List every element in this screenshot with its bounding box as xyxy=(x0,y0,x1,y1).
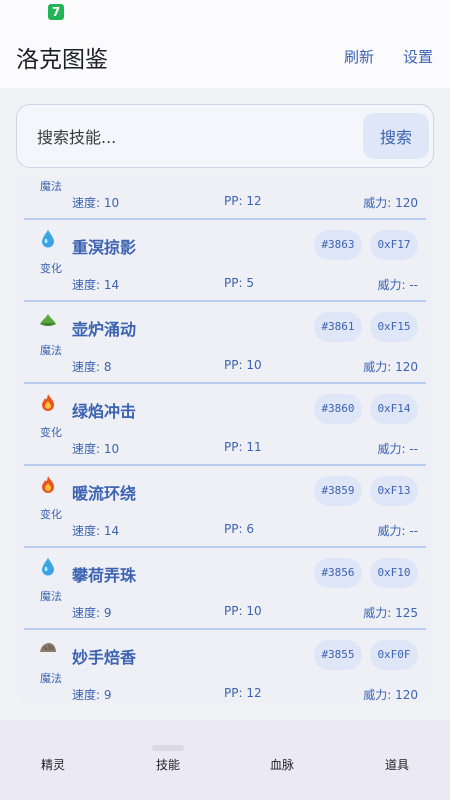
fire-icon xyxy=(42,476,54,493)
active-tab-indicator xyxy=(152,745,184,751)
power-stat: 威力: -- xyxy=(377,524,418,538)
nav-tab-bloodline[interactable]: 血脉 xyxy=(242,756,322,773)
skill-id-tag: #3856 xyxy=(314,558,362,588)
pp-stat: PP: 10 xyxy=(224,604,262,618)
category-label: 魔法 xyxy=(40,672,62,685)
category-label: 变化 xyxy=(40,426,62,439)
speed-stat: 速度: 10 xyxy=(72,196,120,210)
skill-name: 重溟掠影 xyxy=(72,238,137,257)
power-stat: 威力: 120 xyxy=(363,688,418,702)
nav-tab-items[interactable]: 道具 xyxy=(357,756,437,773)
page-title: 洛克图鉴 xyxy=(16,47,108,73)
water-drop-icon xyxy=(42,558,54,576)
speed-stat: 速度: 14 xyxy=(72,278,120,292)
speed-stat: 速度: 10 xyxy=(72,442,120,456)
status-bar: 7 xyxy=(0,0,450,26)
category-label: 魔法 xyxy=(40,344,62,357)
fire-icon xyxy=(42,394,54,411)
settings-button[interactable]: 设置 xyxy=(403,46,433,67)
pp-stat: PP: 5 xyxy=(224,276,254,290)
skill-row[interactable]: 变化 重溟掠影 #3863 0xF17 速度: 14 PP: 5 威力: -- xyxy=(24,220,426,302)
nav-tab-sprites[interactable]: 精灵 xyxy=(13,756,93,773)
category-label: 魔法 xyxy=(40,180,62,193)
power-stat: 威力: -- xyxy=(377,278,418,292)
nav-tab-skills[interactable]: 技能 xyxy=(128,756,208,773)
app-header: 洛克图鉴 刷新 设置 xyxy=(0,26,450,88)
rock-icon xyxy=(40,643,56,652)
category-label: 魔法 xyxy=(40,590,62,603)
speed-stat: 速度: 9 xyxy=(72,688,112,702)
notification-app-icon: 7 xyxy=(48,4,64,20)
pp-stat: PP: 10 xyxy=(224,358,262,372)
pp-stat: PP: 11 xyxy=(224,440,262,454)
skill-hex-tag: 0xF13 xyxy=(370,476,418,506)
skill-name: 妙手焙香 xyxy=(72,648,137,667)
skill-row[interactable]: 魔法 速度: 10 PP: 12 威力: 120 xyxy=(24,178,426,220)
pp-stat: PP: 12 xyxy=(224,194,262,208)
search-box: 搜索 xyxy=(16,104,434,168)
skill-list[interactable]: 魔法 速度: 10 PP: 12 威力: 120 变化 重溟掠影 #3863 0… xyxy=(16,178,434,703)
skill-hex-tag: 0xF0F xyxy=(370,640,418,670)
skill-id-tag: #3855 xyxy=(314,640,362,670)
skill-id-tag: #3859 xyxy=(314,476,362,506)
skill-hex-tag: 0xF14 xyxy=(370,394,418,424)
skill-id-tag: #3860 xyxy=(314,394,362,424)
water-drop-icon xyxy=(42,230,54,248)
speed-stat: 速度: 9 xyxy=(72,606,112,620)
speed-stat: 速度: 8 xyxy=(72,360,112,374)
category-label: 变化 xyxy=(40,508,62,521)
leaf-icon xyxy=(40,314,56,326)
category-label: 变化 xyxy=(40,262,62,275)
skill-hex-tag: 0xF17 xyxy=(370,230,418,260)
power-stat: 威力: 120 xyxy=(363,196,418,210)
power-stat: 威力: 120 xyxy=(363,360,418,374)
skill-name: 攀荷弄珠 xyxy=(72,566,137,585)
skill-row[interactable]: 魔法 攀荷弄珠 #3856 0xF10 速度: 9 PP: 10 威力: 125 xyxy=(24,548,426,630)
speed-stat: 速度: 14 xyxy=(72,524,120,538)
pp-stat: PP: 6 xyxy=(224,522,254,536)
skill-hex-tag: 0xF10 xyxy=(370,558,418,588)
skill-row[interactable]: 魔法 妙手焙香 #3855 0xF0F 速度: 9 PP: 12 威力: 120 xyxy=(24,630,426,703)
skill-name: 暖流环绕 xyxy=(72,484,137,503)
power-stat: 威力: -- xyxy=(377,442,418,456)
refresh-button[interactable]: 刷新 xyxy=(344,46,374,67)
skill-row[interactable]: 变化 绿焰冲击 #3860 0xF14 速度: 10 PP: 11 威力: -- xyxy=(24,384,426,466)
pp-stat: PP: 12 xyxy=(224,686,262,700)
skill-name: 绿焰冲击 xyxy=(72,402,137,421)
skill-id-tag: #3863 xyxy=(314,230,362,260)
power-stat: 威力: 125 xyxy=(363,606,418,620)
search-button[interactable]: 搜索 xyxy=(363,113,429,159)
skill-row[interactable]: 变化 暖流环绕 #3859 0xF13 速度: 14 PP: 6 威力: -- xyxy=(24,466,426,548)
skill-hex-tag: 0xF15 xyxy=(370,312,418,342)
skill-row[interactable]: 魔法 壶炉涌动 #3861 0xF15 速度: 8 PP: 10 威力: 120 xyxy=(24,302,426,384)
bottom-nav: 精灵 技能 血脉 道具 xyxy=(0,720,450,800)
search-input[interactable] xyxy=(37,124,357,150)
skill-name: 壶炉涌动 xyxy=(72,320,137,339)
skill-id-tag: #3861 xyxy=(314,312,362,342)
